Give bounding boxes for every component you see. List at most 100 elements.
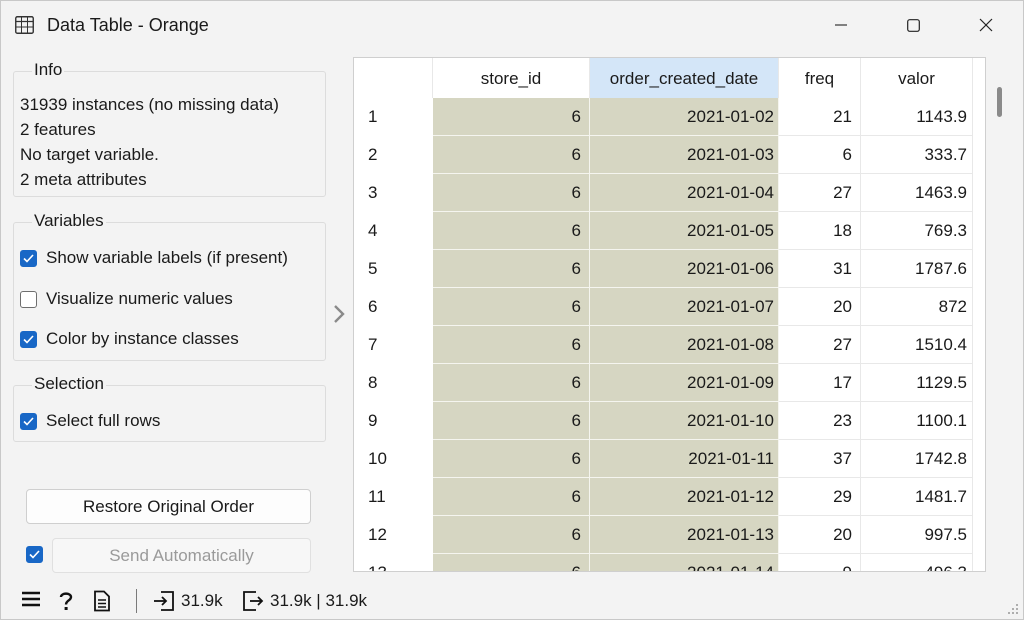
help-icon[interactable] (57, 590, 75, 612)
cell-freq[interactable]: 9 (779, 554, 861, 571)
maximize-button[interactable] (883, 1, 943, 49)
row-index[interactable]: 11 (354, 478, 433, 516)
cell-store-id[interactable]: 6 (433, 440, 590, 478)
collapse-panel-chevron-icon[interactable] (331, 303, 347, 325)
cell-store-id[interactable]: 6 (433, 326, 590, 364)
checkbox-checked-icon[interactable] (20, 330, 37, 348)
menu-icon[interactable] (21, 590, 41, 608)
cell-order-created-date[interactable]: 2021-01-08 (590, 326, 779, 364)
cell-freq[interactable]: 17 (779, 364, 861, 402)
resize-grip-icon[interactable] (1007, 603, 1019, 615)
table-row[interactable]: 1362021-01-149496.3 (354, 554, 985, 571)
cell-freq[interactable]: 27 (779, 326, 861, 364)
cell-valor[interactable]: 769.3 (861, 212, 973, 250)
checkbox-unchecked-icon[interactable] (20, 290, 37, 308)
scrollbar-thumb[interactable] (997, 87, 1002, 117)
table-row[interactable]: 6 6 2021-01-07 20 872 (354, 288, 985, 326)
row-index[interactable]: 5 (354, 250, 433, 288)
cell-freq[interactable]: 29 (779, 478, 861, 516)
cell-order-created-date[interactable]: 2021-01-11 (590, 440, 779, 478)
send-automatically-button[interactable]: Send Automatically (52, 538, 311, 573)
table-row[interactable]: 12 6 2021-01-13 20 997.5 (354, 516, 985, 554)
checkbox-checked-icon[interactable] (20, 249, 37, 267)
visualize-numeric-checkbox[interactable]: Visualize numeric values (20, 289, 233, 309)
row-index[interactable]: 12 (354, 516, 433, 554)
table-row[interactable]: 4 6 2021-01-05 18 769.3 (354, 212, 985, 250)
table-row[interactable]: 1 6 2021-01-02 21 1143.9 (354, 98, 985, 136)
cell-order-created-date[interactable]: 2021-01-13 (590, 516, 779, 554)
cell-valor[interactable]: 1481.7 (861, 478, 973, 516)
cell-order-created-date[interactable]: 2021-01-10 (590, 402, 779, 440)
minimize-button[interactable] (811, 1, 871, 49)
row-index[interactable]: 6 (354, 288, 433, 326)
cell-valor[interactable]: 1742.8 (861, 440, 973, 478)
table-row[interactable]: 8 6 2021-01-09 17 1129.5 (354, 364, 985, 402)
cell-store-id[interactable]: 6 (433, 98, 590, 136)
row-index[interactable]: 9 (354, 402, 433, 440)
cell-valor[interactable]: 333.7 (861, 136, 973, 174)
column-header-freq[interactable]: freq (779, 58, 861, 98)
cell-store-id[interactable]: 6 (433, 288, 590, 326)
cell-order-created-date[interactable]: 2021-01-02 (590, 98, 779, 136)
cell-order-created-date[interactable]: 2021-01-07 (590, 288, 779, 326)
cell-order-created-date[interactable]: 2021-01-14 (590, 554, 779, 571)
cell-store-id[interactable]: 6 (433, 136, 590, 174)
cell-freq[interactable]: 20 (779, 516, 861, 554)
table-row[interactable]: 5 6 2021-01-06 31 1787.6 (354, 250, 985, 288)
row-index[interactable]: 13 (354, 554, 433, 571)
cell-freq[interactable]: 37 (779, 440, 861, 478)
cell-valor[interactable]: 997.5 (861, 516, 973, 554)
show-variable-labels-checkbox[interactable]: Show variable labels (if present) (20, 248, 288, 268)
row-index[interactable]: 2 (354, 136, 433, 174)
cell-order-created-date[interactable]: 2021-01-09 (590, 364, 779, 402)
cell-freq[interactable]: 21 (779, 98, 861, 136)
checkbox-checked-icon[interactable] (20, 412, 37, 430)
column-header-valor[interactable]: valor (861, 58, 973, 98)
cell-freq[interactable]: 6 (779, 136, 861, 174)
cell-valor[interactable]: 872 (861, 288, 973, 326)
cell-valor[interactable]: 496.3 (861, 554, 973, 571)
cell-valor[interactable]: 1143.9 (861, 98, 973, 136)
cell-freq[interactable]: 23 (779, 402, 861, 440)
table-row[interactable]: 3 6 2021-01-04 27 1463.9 (354, 174, 985, 212)
close-button[interactable] (956, 1, 1016, 49)
cell-valor[interactable]: 1129.5 (861, 364, 973, 402)
cell-freq[interactable]: 18 (779, 212, 861, 250)
table-row[interactable]: 11 6 2021-01-12 29 1481.7 (354, 478, 985, 516)
row-index[interactable]: 7 (354, 326, 433, 364)
cell-freq[interactable]: 20 (779, 288, 861, 326)
table-row[interactable]: 2 6 2021-01-03 6 333.7 (354, 136, 985, 174)
cell-order-created-date[interactable]: 2021-01-12 (590, 478, 779, 516)
column-header-store-id[interactable]: store_id (433, 58, 590, 98)
data-table[interactable]: store_id order_created_date freq valor 1… (353, 57, 986, 572)
report-icon[interactable] (93, 590, 111, 612)
cell-order-created-date[interactable]: 2021-01-05 (590, 212, 779, 250)
cell-store-id[interactable]: 6 (433, 516, 590, 554)
row-index[interactable]: 10 (354, 440, 433, 478)
cell-store-id[interactable]: 6 (433, 402, 590, 440)
row-index[interactable]: 4 (354, 212, 433, 250)
cell-freq[interactable]: 27 (779, 174, 861, 212)
cell-store-id[interactable]: 6 (433, 364, 590, 402)
row-index[interactable]: 3 (354, 174, 433, 212)
cell-store-id[interactable]: 6 (433, 212, 590, 250)
table-row[interactable]: 9 6 2021-01-10 23 1100.1 (354, 402, 985, 440)
cell-store-id[interactable]: 6 (433, 554, 590, 571)
cell-order-created-date[interactable]: 2021-01-04 (590, 174, 779, 212)
corner-header[interactable] (354, 58, 433, 98)
table-row[interactable]: 10 6 2021-01-11 37 1742.8 (354, 440, 985, 478)
table-row[interactable]: 7 6 2021-01-08 27 1510.4 (354, 326, 985, 364)
restore-original-order-button[interactable]: Restore Original Order (26, 489, 311, 524)
send-automatically-checkbox[interactable] (26, 546, 43, 563)
column-header-order-created-date[interactable]: order_created_date (590, 58, 779, 98)
cell-valor[interactable]: 1463.9 (861, 174, 973, 212)
cell-order-created-date[interactable]: 2021-01-06 (590, 250, 779, 288)
cell-valor[interactable]: 1100.1 (861, 402, 973, 440)
cell-store-id[interactable]: 6 (433, 174, 590, 212)
cell-valor[interactable]: 1787.6 (861, 250, 973, 288)
row-index[interactable]: 1 (354, 98, 433, 136)
vertical-scrollbar[interactable] (987, 57, 1013, 572)
cell-freq[interactable]: 31 (779, 250, 861, 288)
title-bar[interactable]: Data Table - Orange (1, 1, 1023, 51)
select-full-rows-checkbox[interactable]: Select full rows (20, 411, 160, 431)
